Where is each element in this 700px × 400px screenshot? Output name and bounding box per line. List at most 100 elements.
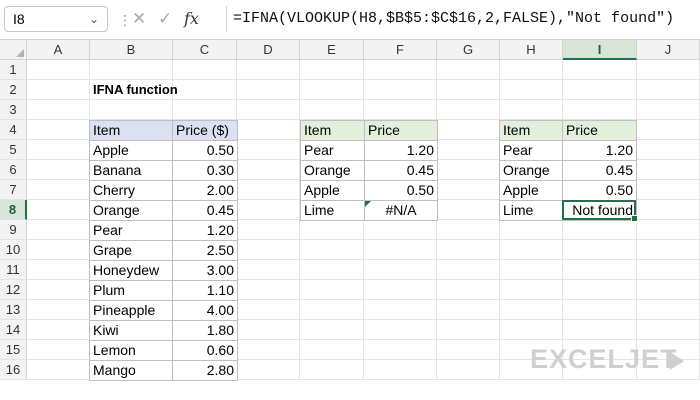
- row-header-2[interactable]: 2: [0, 80, 27, 100]
- ifna-table-price-cell[interactable]: Not found: [562, 200, 637, 221]
- vlookup-table-row: Pear 1.20: [300, 140, 438, 161]
- price-table: Item Price ($) Apple 0.50 Banana 0.30 Cherry 2.…: [89, 120, 238, 381]
- formula-bar: I8 ⌄ ⋮ ✕ ✓ fx =IFNA(VLOOKUP(H8,$B$5:$C$1…: [0, 0, 700, 40]
- row-header-7[interactable]: 7: [0, 180, 27, 200]
- price-table-price-cell[interactable]: 2.50: [172, 240, 238, 261]
- price-table-item-cell[interactable]: Banana: [89, 160, 173, 181]
- formula-input[interactable]: =IFNA(VLOOKUP(H8,$B$5:$C$16,2,FALSE),"No…: [226, 6, 696, 32]
- ifna-table: Item Price Pear 1.20 Orange 0.45 Apple 0.50 Lime…: [499, 120, 637, 221]
- price-table-row: Pear 1.20: [89, 220, 238, 241]
- column-header-i[interactable]: I: [563, 40, 637, 60]
- vlookup-table-price-cell[interactable]: 1.20: [364, 140, 438, 161]
- row-header-1[interactable]: 1: [0, 60, 27, 80]
- price-table-price-cell[interactable]: 0.30: [172, 160, 238, 181]
- column-header-b[interactable]: B: [90, 40, 173, 60]
- price-table-price-cell[interactable]: 4.00: [172, 300, 238, 321]
- price-table-price-cell[interactable]: 1.80: [172, 320, 238, 341]
- price-table-row: Apple 0.50: [89, 140, 238, 161]
- column-header-c[interactable]: C: [173, 40, 237, 60]
- row-header-11[interactable]: 11: [0, 260, 27, 280]
- name-box[interactable]: I8 ⌄: [4, 6, 108, 32]
- separator-dots: ⋮: [118, 12, 132, 28]
- row-header-8[interactable]: 8: [0, 200, 27, 220]
- price-table-item-cell[interactable]: Honeydew: [89, 260, 173, 281]
- row-header-15[interactable]: 15: [0, 340, 27, 360]
- price-table-item-cell[interactable]: Pear: [89, 220, 173, 241]
- column-header-e[interactable]: E: [300, 40, 364, 60]
- select-all-corner[interactable]: [0, 40, 27, 60]
- exceljet-logo: EXCELJET: [530, 344, 678, 374]
- row-header-12[interactable]: 12: [0, 280, 27, 300]
- cancel-x-icon[interactable]: ✕: [132, 6, 146, 32]
- row-header-10[interactable]: 10: [0, 240, 27, 260]
- vlookup-table-item-cell[interactable]: Orange: [300, 160, 365, 181]
- price-table-item-cell[interactable]: Lemon: [89, 340, 173, 361]
- chevron-down-icon[interactable]: ⌄: [89, 7, 99, 31]
- row-header-5[interactable]: 5: [0, 140, 27, 160]
- column-header-a[interactable]: A: [27, 40, 90, 60]
- vlookup-table-price-cell[interactable]: 0.45: [364, 160, 438, 181]
- row-header-14[interactable]: 14: [0, 320, 27, 340]
- enter-check-icon[interactable]: ✓: [158, 6, 172, 32]
- row-header-6[interactable]: 6: [0, 160, 27, 180]
- ifna-table-item-cell[interactable]: Apple: [499, 180, 563, 201]
- exceljet-logo-mark-icon: [670, 352, 684, 370]
- error-indicator-icon[interactable]: [365, 201, 371, 207]
- column-header-h[interactable]: H: [500, 40, 563, 60]
- column-header-j[interactable]: J: [637, 40, 700, 60]
- vlookup-table-price-cell[interactable]: #N/A: [364, 200, 438, 221]
- vlookup-table-item-cell[interactable]: Lime: [300, 200, 365, 221]
- row-header-3[interactable]: 3: [0, 100, 27, 120]
- price-table-price-cell[interactable]: 0.60: [172, 340, 238, 361]
- price-table-item-cell[interactable]: Plum: [89, 280, 173, 301]
- price-table-item-cell[interactable]: Cherry: [89, 180, 173, 201]
- ifna-table-item-cell[interactable]: Orange: [499, 160, 563, 181]
- ifna-table-price-cell[interactable]: 1.20: [562, 140, 637, 161]
- vlookup-table-item-cell[interactable]: Pear: [300, 140, 365, 161]
- vlookup-table-item-cell[interactable]: Apple: [300, 180, 365, 201]
- row-header-4[interactable]: 4: [0, 120, 27, 140]
- insert-function-icon[interactable]: fx: [184, 6, 199, 32]
- price-table-header-cell[interactable]: Price ($): [172, 120, 238, 141]
- price-table-item-cell[interactable]: Mango: [89, 360, 173, 381]
- row-header-9[interactable]: 9: [0, 220, 27, 240]
- price-table-price-cell[interactable]: 3.00: [172, 260, 238, 281]
- price-table-row: Lemon 0.60: [89, 340, 238, 361]
- vlookup-table-header-cell[interactable]: Item: [300, 120, 365, 141]
- ifna-table-price-cell[interactable]: 0.45: [562, 160, 637, 181]
- price-table-item-cell[interactable]: Kiwi: [89, 320, 173, 341]
- ifna-table-header-cell[interactable]: Item: [499, 120, 563, 141]
- vlookup-table-price-cell[interactable]: 0.50: [364, 180, 438, 201]
- error-value: #N/A: [385, 202, 417, 218]
- row-header-13[interactable]: 13: [0, 300, 27, 320]
- price-table-header-row: Item Price ($): [89, 120, 238, 141]
- price-table-row: Kiwi 1.80: [89, 320, 238, 341]
- ifna-table-item-cell[interactable]: Pear: [499, 140, 563, 161]
- price-table-row: Grape 2.50: [89, 240, 238, 261]
- price-table-row: Honeydew 3.00: [89, 260, 238, 281]
- price-table-item-cell[interactable]: Orange: [89, 200, 173, 221]
- price-table-price-cell[interactable]: 1.10: [172, 280, 238, 301]
- price-table-price-cell[interactable]: 0.50: [172, 140, 238, 161]
- row-header-16[interactable]: 16: [0, 360, 27, 380]
- ifna-table-row: Orange 0.45: [499, 160, 637, 181]
- column-header-d[interactable]: D: [237, 40, 300, 60]
- price-table-header-cell[interactable]: Item: [89, 120, 173, 141]
- ifna-table-header-cell[interactable]: Price: [562, 120, 637, 141]
- price-table-price-cell[interactable]: 0.45: [172, 200, 238, 221]
- price-table-row: Plum 1.10: [89, 280, 238, 301]
- price-table-item-cell[interactable]: Apple: [89, 140, 173, 161]
- price-table-item-cell[interactable]: Pineapple: [89, 300, 173, 321]
- ifna-table-row: Pear 1.20: [499, 140, 637, 161]
- price-table-item-cell[interactable]: Grape: [89, 240, 173, 261]
- price-table-price-cell[interactable]: 2.00: [172, 180, 238, 201]
- column-header-f[interactable]: F: [364, 40, 437, 60]
- ifna-table-item-cell[interactable]: Lime: [499, 200, 563, 221]
- price-table-price-cell[interactable]: 1.20: [172, 220, 238, 241]
- vlookup-table-header-cell[interactable]: Price: [364, 120, 438, 141]
- price-table-row: Banana 0.30: [89, 160, 238, 181]
- column-header-g[interactable]: G: [437, 40, 500, 60]
- ifna-table-price-cell[interactable]: 0.50: [562, 180, 637, 201]
- price-table-price-cell[interactable]: 2.80: [172, 360, 238, 381]
- vlookup-table-row: Lime #N/A: [300, 200, 438, 221]
